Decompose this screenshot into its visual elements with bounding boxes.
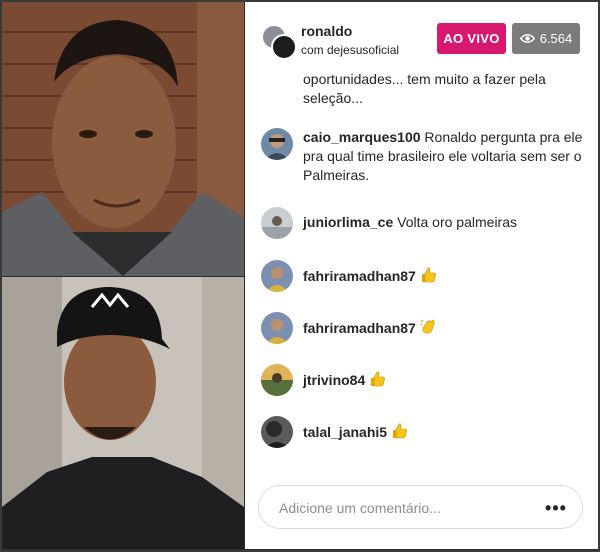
comment-username[interactable]: talal_janahi5 (303, 424, 387, 440)
eye-icon (519, 34, 535, 43)
comment-avatar[interactable] (261, 260, 293, 292)
comment-avatar[interactable] (261, 312, 293, 344)
host-username[interactable]: ronaldo (301, 23, 352, 39)
clapping-hands-icon (420, 318, 437, 340)
live-badge: AO VIVO (437, 23, 506, 54)
truncated-comment-text: oportunidades... tem muito a fazer pela … (303, 71, 546, 106)
comment-username[interactable]: fahriramadhan87 (303, 320, 416, 336)
comment-list[interactable]: oportunidades... tem muito a fazer pela … (245, 70, 598, 470)
comment-username[interactable]: jtrivino84 (303, 372, 365, 388)
thumbs-up-icon (420, 266, 437, 288)
more-horizontal-icon[interactable]: ••• (544, 498, 568, 518)
comment-text: Volta oro palmeiras (397, 214, 517, 230)
guest-video-image (2, 277, 244, 549)
guest-avatar (271, 34, 297, 60)
comment-composer: ••• (258, 485, 583, 529)
comment-username[interactable]: fahriramadhan87 (303, 268, 416, 284)
comment-avatar[interactable] (261, 364, 293, 396)
thumbs-up-icon (391, 422, 408, 444)
host-video-feed[interactable] (2, 2, 244, 276)
host-video-image (2, 2, 244, 276)
comment-username[interactable]: juniorlima_ce (303, 214, 393, 230)
viewer-count: 6.564 (539, 31, 573, 46)
viewer-count-badge[interactable]: 6.564 (512, 23, 580, 54)
guest-label[interactable]: com dejesusoficial (301, 43, 399, 57)
comment-avatar[interactable] (261, 416, 293, 448)
host-avatars[interactable] (261, 24, 297, 60)
comment-input[interactable] (277, 496, 531, 520)
live-header: ronaldo com dejesusoficial AO VIVO 6.564 (245, 2, 598, 70)
guest-video-feed[interactable] (2, 277, 244, 549)
comment-username[interactable]: caio_marques100 (303, 129, 421, 145)
live-chat-panel: ronaldo com dejesusoficial AO VIVO 6.564… (245, 2, 598, 549)
thumbs-up-icon (369, 370, 386, 392)
comment-avatar[interactable] (261, 207, 293, 239)
comment-avatar[interactable] (261, 128, 293, 160)
